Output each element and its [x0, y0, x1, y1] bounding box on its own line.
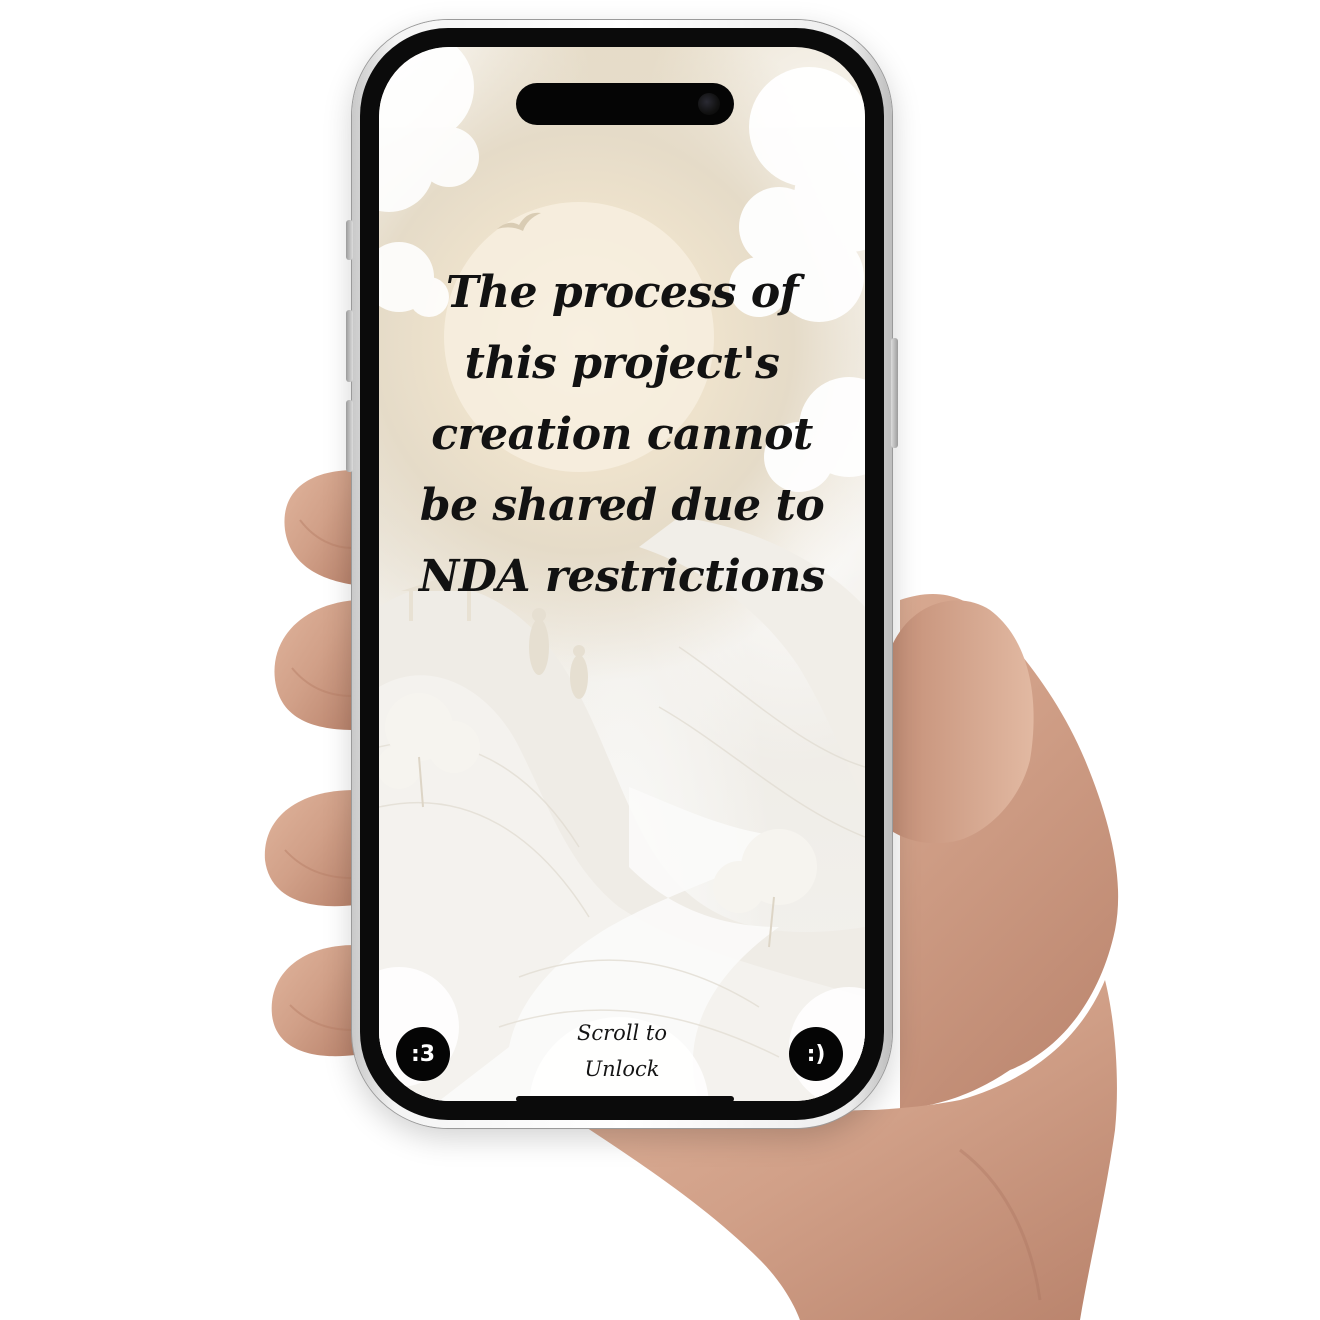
camera-icon [698, 93, 720, 115]
scroll-to-unlock-hint[interactable]: Scroll to Unlock [562, 1015, 682, 1087]
power-button[interactable] [891, 338, 898, 448]
nda-message: The process of this project's creation c… [419, 267, 825, 602]
volume-down-button[interactable] [346, 400, 353, 472]
mockup-stage: The process of this project's creation c… [0, 0, 1320, 1320]
left-emoticon-button[interactable]: :3 [396, 1027, 450, 1081]
home-indicator[interactable] [516, 1096, 734, 1101]
dynamic-island [516, 83, 734, 125]
phone-frame: The process of this project's creation c… [346, 20, 898, 1128]
scroll-hint-line2: Unlock [584, 1057, 660, 1081]
right-emoticon-button[interactable]: :) [789, 1027, 843, 1081]
action-button[interactable] [346, 220, 353, 260]
scroll-hint-line1: Scroll to [576, 1021, 668, 1045]
volume-up-button[interactable] [346, 310, 353, 382]
phone-screen[interactable]: The process of this project's creation c… [379, 47, 865, 1101]
